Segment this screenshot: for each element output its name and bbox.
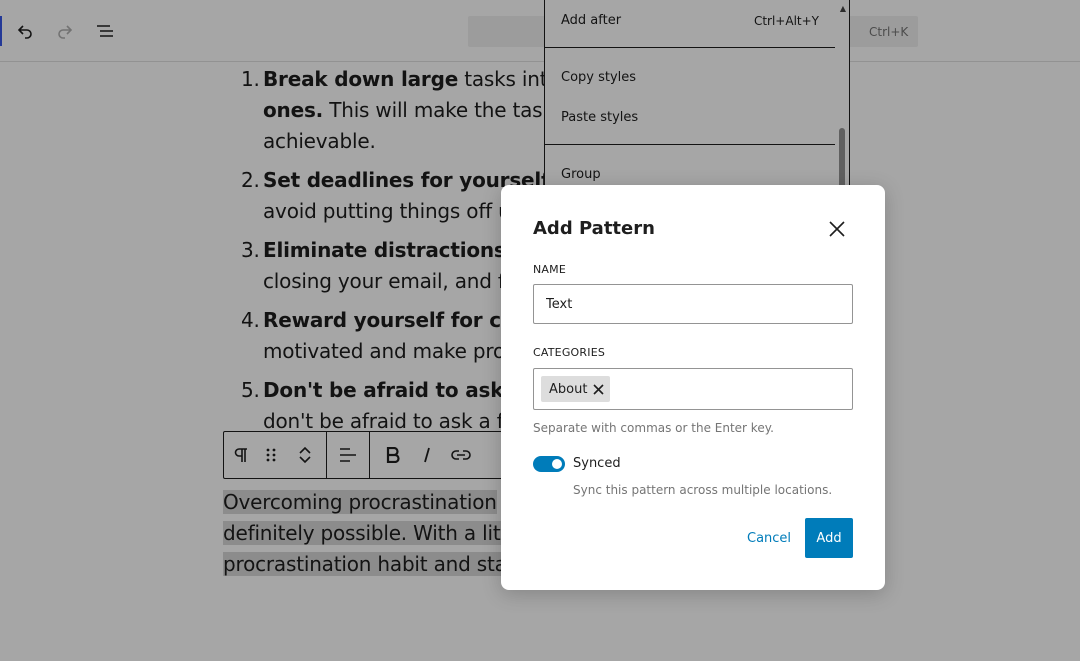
- toggle-knob: [552, 459, 562, 469]
- category-token-label: About: [549, 381, 588, 397]
- modal-title: Add Pattern: [533, 218, 655, 239]
- synced-help-text: Sync this pattern across multiple locati…: [573, 483, 833, 497]
- synced-toggle[interactable]: [533, 456, 565, 472]
- add-button[interactable]: Add: [805, 518, 853, 558]
- categories-help-text: Separate with commas or the Enter key.: [533, 421, 774, 435]
- name-label: NAME: [533, 263, 566, 276]
- category-token: About: [541, 376, 611, 402]
- close-icon: [829, 221, 845, 237]
- add-pattern-modal: Add Pattern NAME CATEGORIES About Separa…: [501, 185, 885, 590]
- close-button[interactable]: [823, 215, 851, 243]
- remove-token-button[interactable]: [593, 383, 605, 395]
- cancel-button[interactable]: Cancel: [737, 518, 801, 558]
- close-icon: [593, 383, 605, 395]
- pattern-name-input[interactable]: [533, 284, 853, 324]
- categories-input[interactable]: About: [533, 368, 853, 410]
- synced-label: Synced: [573, 456, 621, 471]
- categories-label: CATEGORIES: [533, 346, 606, 359]
